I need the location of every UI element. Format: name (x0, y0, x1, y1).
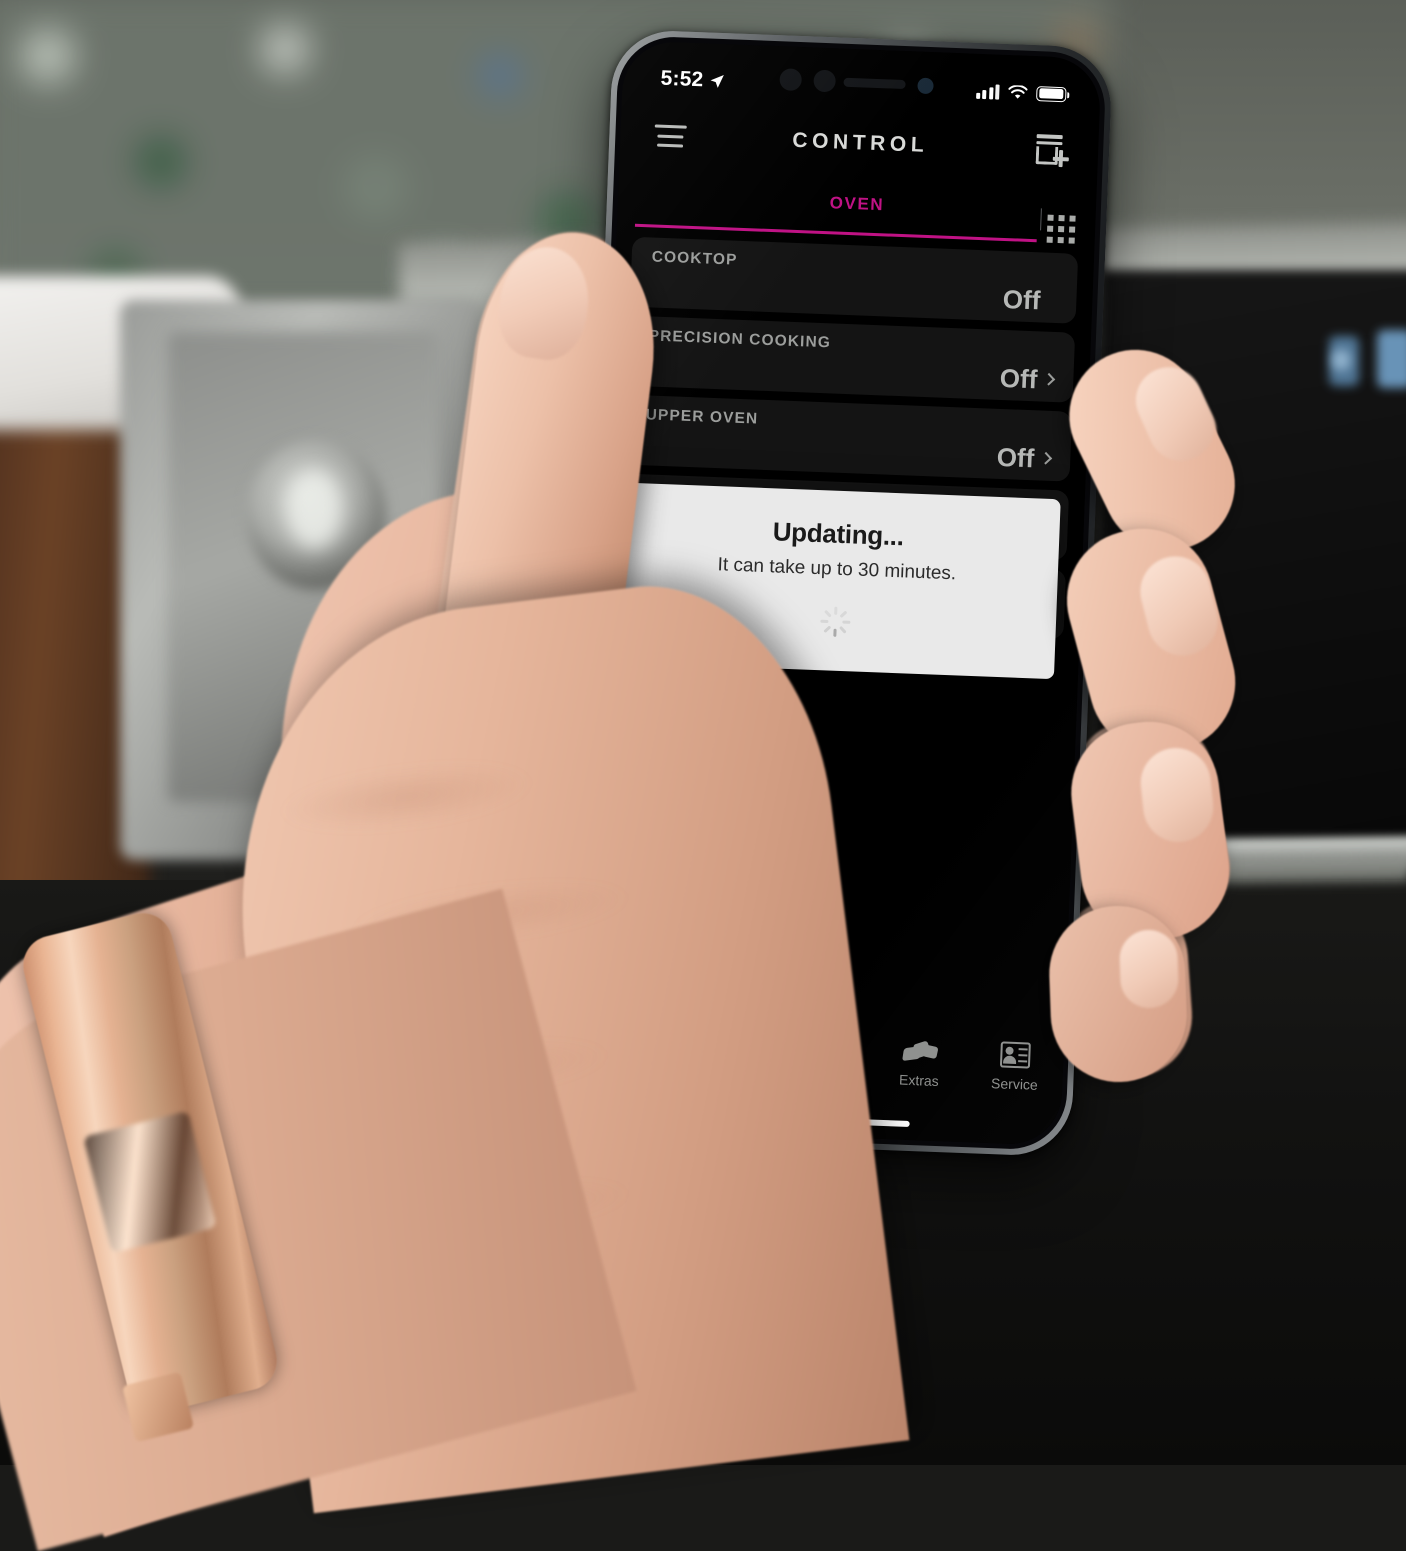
row-value-group: Off (999, 363, 1054, 396)
tab-recipes[interactable]: Recipes (775, 1031, 873, 1087)
menu-line (657, 134, 683, 138)
dialog-title: Updating... (637, 511, 1040, 557)
loading-spinner-icon (819, 606, 850, 637)
table-row[interactable]: UPPER OVEN Off (624, 395, 1072, 482)
plus-horizontal (1053, 156, 1069, 161)
menu-line (655, 124, 687, 128)
home-icon (618, 1025, 649, 1056)
tab-oven[interactable]: OVEN (829, 193, 884, 215)
status-bar-time: 5:52 (660, 67, 704, 93)
tab-label: Extras (899, 1072, 939, 1090)
row-label: COOKTOP (651, 248, 737, 269)
status-bar-time-group: 5:52 (660, 67, 725, 93)
tab-label: Recipes (798, 1068, 849, 1086)
table-row[interactable]: COOKTOP Off (630, 237, 1078, 324)
row-value: Off (1002, 284, 1041, 316)
tab-home[interactable]: Home (584, 1024, 682, 1080)
add-appliance-box (1036, 146, 1059, 165)
sliders-icon (712, 1028, 745, 1059)
updating-dialog[interactable]: Updating... It can take up to 30 minutes… (612, 482, 1061, 679)
row-value: Off (996, 442, 1035, 474)
handshake-icon (902, 1036, 937, 1067)
row-value: Off (999, 363, 1038, 395)
row-value-group: Off (1002, 284, 1057, 317)
phone-screen: 5:52 CONTROL (582, 40, 1101, 1146)
bottom-tab-bar: Home Control (582, 1010, 1064, 1146)
utensils-icon (811, 1032, 838, 1063)
hamburger-menu-icon[interactable] (654, 124, 687, 147)
row-value-group: Off (996, 442, 1051, 475)
tab-extras[interactable]: Extras (871, 1035, 969, 1091)
dialog-subtitle: It can take up to 30 minutes. (636, 551, 1039, 588)
service-card-icon (1000, 1039, 1031, 1070)
add-appliance-bar (1037, 134, 1063, 139)
battery-full-icon (1036, 86, 1067, 102)
grid-view-icon[interactable] (1047, 215, 1076, 244)
menu-line (657, 144, 683, 148)
tab-label: Service (991, 1075, 1038, 1093)
tab-label: Home (613, 1061, 651, 1078)
signal-bars-icon (976, 83, 1000, 99)
table-row[interactable]: PRECISION COOKING Off (627, 316, 1075, 403)
wifi-icon (1008, 85, 1028, 101)
status-bar-indicators (976, 83, 1067, 101)
location-arrow-icon (709, 73, 725, 89)
tab-service[interactable]: Service (966, 1038, 1064, 1094)
smartphone-device: 5:52 CONTROL (571, 29, 1113, 1157)
chevron-right-icon (1039, 452, 1052, 465)
row-label: PRECISION COOKING (648, 327, 831, 352)
add-appliance-icon[interactable] (1034, 134, 1069, 167)
row-label: UPPER OVEN (645, 406, 758, 428)
page-title: CONTROL (792, 129, 929, 158)
add-appliance-bar (1036, 141, 1062, 145)
tab-control[interactable]: Control (680, 1027, 778, 1083)
chevron-right-icon (1042, 373, 1055, 386)
tab-label: Control (705, 1064, 751, 1082)
